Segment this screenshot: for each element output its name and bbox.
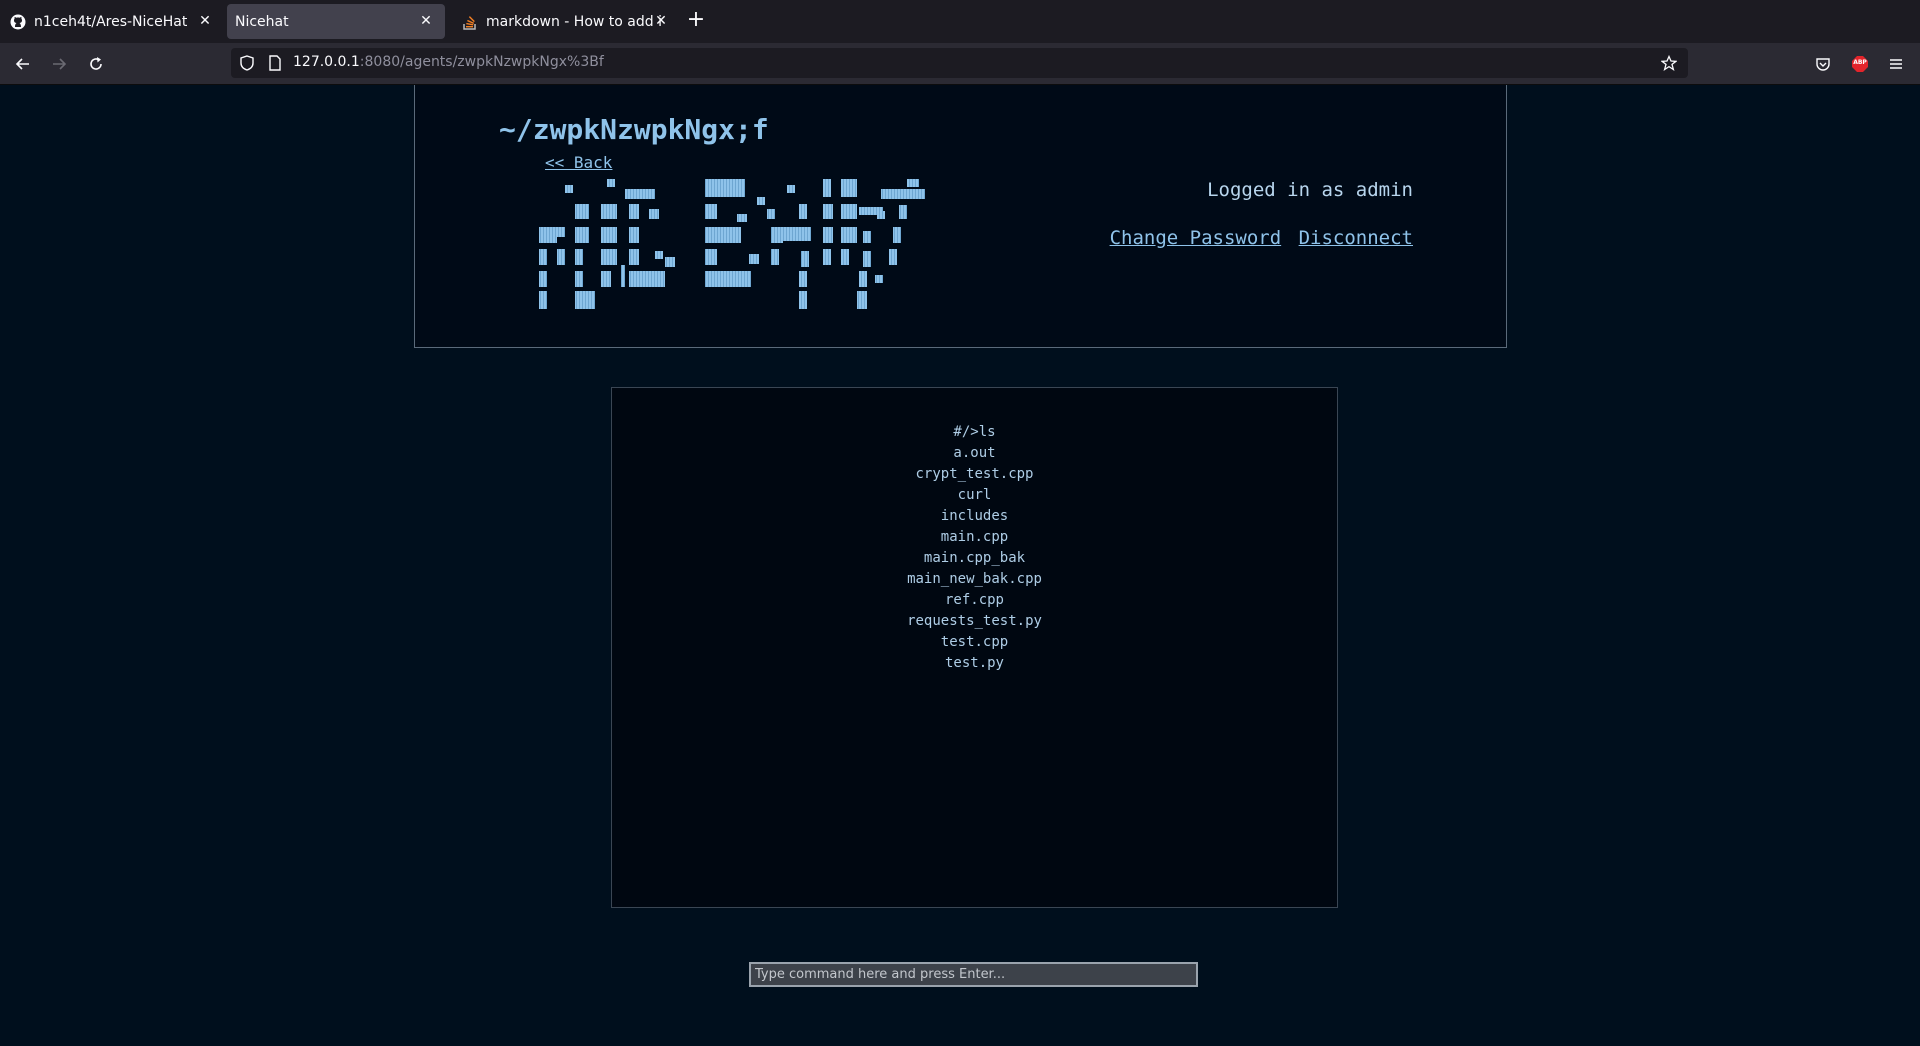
back-button[interactable] [10,51,36,77]
console-line: includes [940,508,1009,524]
console-line: requests_test.py [907,613,1042,629]
console-line: crypt_test.cpp [915,466,1034,482]
page-icon[interactable] [267,55,283,71]
stackoverflow-icon [462,14,478,30]
console-output: #/>ls a.out crypt_test.cpp curl includes… [611,387,1338,908]
console-line: a.out [953,445,996,461]
reload-button[interactable] [83,51,109,77]
tab-title: markdown - How to add im [486,13,661,30]
console-line: curl [957,487,992,503]
adblock-extension-button[interactable]: ABP [1847,51,1873,77]
tab-markdown[interactable]: markdown - How to add im ✕ [452,4,670,39]
shield-icon[interactable] [239,55,255,71]
bookmark-star-icon[interactable] [1661,55,1677,71]
close-icon[interactable]: ✕ [196,12,214,30]
tab-title: n1ceh4t/Ares-NiceHat [34,13,188,30]
adblock-label: ABP [1853,59,1867,66]
console-line: main_new_bak.cpp [907,571,1042,587]
arrow-left-icon [15,58,29,70]
disconnect-link[interactable]: Disconnect [1299,227,1413,249]
change-password-link[interactable]: Change Password [1110,227,1282,249]
menu-button[interactable] [1883,51,1909,77]
agent-title: ~/zwpkNzwpkNgx;f [499,113,769,146]
console-line: test.cpp [940,634,1009,650]
hamburger-menu-icon [1890,59,1902,69]
console-line: main.cpp [940,529,1009,545]
forward-button[interactable] [46,51,72,77]
browser-tab-bar: n1ceh4t/Ares-NiceHat ✕ Nicehat ✕ markdow… [0,0,1920,43]
console-line: #/>ls [953,424,996,440]
new-tab-button[interactable]: + [684,9,708,33]
page-content: ~/zwpkNzwpkNgx;f << Back Logged in as ad… [0,85,1920,1046]
console-line: ref.cpp [944,592,1004,608]
close-icon[interactable]: ✕ [652,12,670,30]
console-line: test.py [944,655,1004,671]
browser-nav-bar: 127.0.0.1:8080/agents/zwpkNzwpkNgx%3Bf A… [0,43,1920,85]
github-icon [10,14,26,30]
console-lines: #/>ls a.out crypt_test.cpp curl includes… [612,422,1337,674]
console-line: main.cpp_bak [923,550,1026,566]
url-text[interactable]: 127.0.0.1:8080/agents/zwpkNzwpkNgx%3Bf [293,54,604,70]
header-links: Change Password Disconnect [1110,227,1413,249]
tab-nicehat[interactable]: Nicehat ✕ [227,4,445,39]
arrow-right-icon [53,58,67,70]
logged-in-status: Logged in as admin [1207,179,1413,201]
nicehat-logo [537,179,957,328]
pocket-icon [1816,58,1830,71]
url-bar[interactable]: 127.0.0.1:8080/agents/zwpkNzwpkNgx%3Bf [231,48,1688,78]
command-input[interactable] [749,962,1198,987]
pocket-button[interactable] [1810,51,1836,77]
back-link[interactable]: << Back [545,153,612,172]
tab-github[interactable]: n1ceh4t/Ares-NiceHat ✕ [0,4,224,39]
tab-title: Nicehat [235,13,289,30]
reload-icon [90,57,102,70]
close-icon[interactable]: ✕ [417,12,435,30]
header-panel: ~/zwpkNzwpkNgx;f << Back Logged in as ad… [414,85,1507,348]
